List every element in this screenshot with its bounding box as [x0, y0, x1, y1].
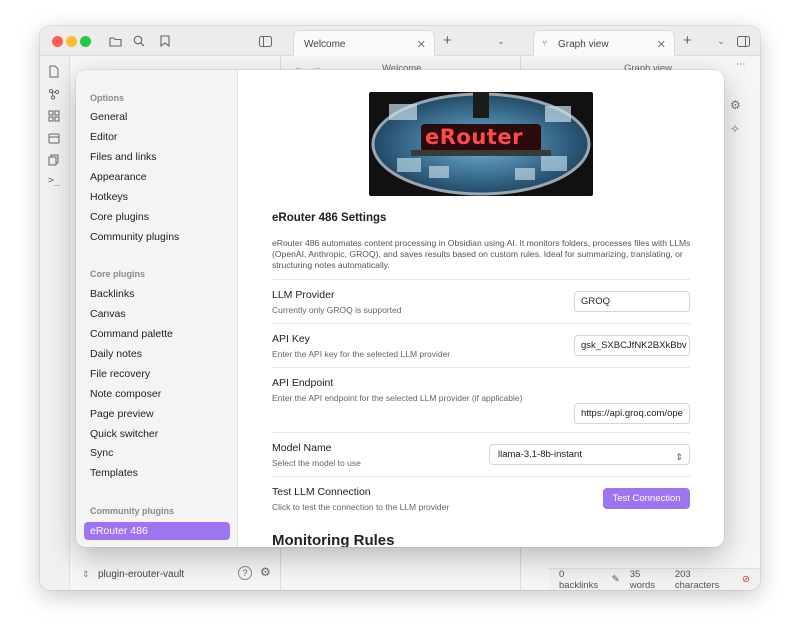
grid-icon[interactable]	[48, 109, 62, 123]
divider	[272, 367, 690, 368]
setting-description: Select the model to use	[272, 458, 361, 468]
vault-name: plugin-erouter-vault	[98, 569, 185, 580]
right-sidebar-toggle-icon[interactable]	[734, 32, 752, 50]
bookmark-icon[interactable]	[156, 32, 174, 50]
sidebar-item-hotkeys[interactable]: Hotkeys	[90, 188, 128, 206]
setting-name: Model Name	[272, 442, 332, 454]
plugin-description: eRouter 486 automates content processing…	[272, 238, 691, 270]
community-plugins-heading: Community plugins	[90, 506, 174, 516]
options-heading: Options	[90, 93, 124, 103]
sidebar-item-general[interactable]: General	[90, 108, 127, 126]
tab-label: Graph view	[558, 39, 609, 50]
divider	[272, 323, 690, 324]
api-key-input[interactable]: gsk_SXBCJfNK2BXkBbv	[574, 335, 690, 356]
sidebar-item-editor[interactable]: Editor	[90, 128, 117, 146]
divider	[272, 476, 690, 477]
sidebar-item-file-recovery[interactable]: File recovery	[90, 365, 150, 383]
vault-switcher[interactable]: ⇕ plugin-erouter-vault ? ⚙	[70, 560, 280, 590]
sidebar-item-erouter-486[interactable]: eRouter 486	[84, 522, 230, 540]
search-icon[interactable]	[130, 32, 148, 50]
chevron-down-icon[interactable]: ⌄	[492, 32, 510, 50]
word-count: 35 words	[629, 568, 656, 591]
settings-sidebar: Options General Editor Files and links A…	[76, 70, 238, 547]
divider	[272, 432, 690, 433]
sidebar-item-quick-switcher[interactable]: Quick switcher	[90, 425, 158, 443]
help-icon[interactable]: ?	[238, 566, 252, 580]
select-value: llama-3.1-8b-instant	[498, 449, 582, 460]
sync-status-icon[interactable]: ⊘	[742, 574, 750, 585]
left-ribbon: >_	[40, 56, 70, 590]
backlinks-count[interactable]: 0 backlinks	[559, 569, 602, 591]
api-endpoint-input[interactable]: https://api.groq.com/ope	[574, 403, 690, 424]
chevron-updown-icon: ⇕	[82, 569, 90, 579]
tab-graph-view[interactable]: ⑂ Graph view ✕	[533, 30, 675, 56]
sidebar-item-note-composer[interactable]: Note composer	[90, 385, 161, 403]
terminal-icon[interactable]: >_	[48, 175, 62, 189]
more-options-icon[interactable]: ⋯	[736, 59, 746, 70]
plugin-banner-image: eRouter	[369, 92, 593, 196]
minimize-window-button[interactable]	[66, 36, 77, 47]
edit-icon[interactable]: ✎	[612, 574, 620, 585]
sidebar-item-page-preview[interactable]: Page preview	[90, 405, 154, 423]
settings-modal: Options General Editor Files and links A…	[76, 70, 724, 547]
sidebar-item-backlinks[interactable]: Backlinks	[90, 285, 134, 303]
sidebar-item-sync[interactable]: Sync	[90, 444, 113, 462]
chevron-updown-icon: ⇕	[675, 452, 683, 462]
setting-name: API Endpoint	[272, 377, 334, 389]
graph-icon[interactable]	[48, 87, 62, 101]
title-bar: Welcome ✕ + ⌄ ⑂ Graph view ✕ + ⌄	[40, 26, 760, 56]
sidebar-item-files-and-links[interactable]: Files and links	[90, 148, 157, 166]
test-connection-button[interactable]: Test Connection	[603, 488, 690, 509]
chevron-down-icon[interactable]: ⌄	[712, 32, 730, 50]
graph-icon: ⑂	[542, 38, 548, 48]
close-tab-icon[interactable]: ✕	[417, 38, 426, 51]
maximize-window-button[interactable]	[80, 36, 91, 47]
setting-name: API Key	[272, 333, 310, 345]
setting-description: Enter the API key for the selected LLM p…	[272, 349, 451, 359]
section-title: Monitoring Rules	[272, 532, 395, 547]
file-icon[interactable]	[48, 65, 62, 79]
close-window-button[interactable]	[52, 36, 63, 47]
sidebar-item-templates[interactable]: Templates	[90, 464, 138, 482]
tab-label: Welcome	[304, 39, 346, 50]
folder-icon[interactable]	[106, 32, 124, 50]
sidebar-item-core-plugins[interactable]: Core plugins	[90, 208, 149, 226]
setting-name: LLM Provider	[272, 289, 335, 301]
banner-text: eRouter	[425, 125, 523, 149]
calendar-icon[interactable]	[48, 131, 62, 145]
sidebar-toggle-icon[interactable]	[256, 32, 274, 50]
setting-description: Currently only GROQ is supported	[272, 305, 402, 315]
copy-icon[interactable]	[48, 153, 62, 167]
divider	[272, 279, 690, 280]
magic-wand-icon[interactable]: ✧	[730, 122, 740, 136]
settings-icon[interactable]: ⚙	[260, 565, 271, 579]
settings-gear-icon[interactable]: ⚙	[730, 98, 741, 112]
sidebar-item-daily-notes[interactable]: Daily notes	[90, 345, 142, 363]
close-tab-icon[interactable]: ✕	[657, 38, 666, 51]
settings-content: eRouter eRouter 486 Settings eRouter 486…	[238, 70, 724, 547]
model-name-select[interactable]: llama-3.1-8b-instant ⇕	[489, 444, 690, 465]
sidebar-item-canvas[interactable]: Canvas	[90, 305, 126, 323]
new-tab-button[interactable]: +	[443, 32, 452, 49]
core-plugins-heading: Core plugins	[90, 269, 146, 279]
tab-welcome[interactable]: Welcome ✕	[293, 30, 435, 56]
setting-description: Enter the API endpoint for the selected …	[272, 393, 523, 403]
sidebar-item-command-palette[interactable]: Command palette	[90, 325, 173, 343]
setting-description: Click to test the connection to the LLM …	[272, 502, 450, 512]
sidebar-item-community-plugins[interactable]: Community plugins	[90, 228, 179, 246]
sidebar-item-appearance[interactable]: Appearance	[90, 168, 147, 186]
character-count: 203 characters	[674, 568, 720, 591]
settings-title: eRouter 486 Settings	[272, 212, 387, 224]
new-tab-button[interactable]: +	[683, 32, 692, 49]
setting-name: Test LLM Connection	[272, 486, 371, 498]
status-bar: 0 backlinks ✎ 35 words 203 characters ⊘	[549, 568, 760, 590]
llm-provider-input[interactable]: GROQ	[574, 291, 690, 312]
